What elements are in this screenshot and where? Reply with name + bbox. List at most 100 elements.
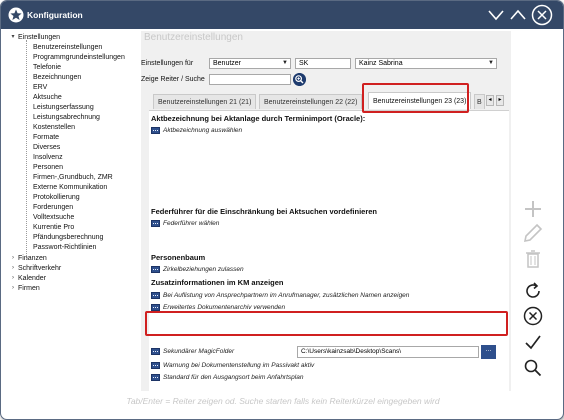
tab-benutzereinstellungen-22[interactable]: Benutzereinstellungen 22 (22) — [259, 94, 363, 109]
checkbox-icon[interactable] — [151, 361, 160, 369]
tree-item-leistungserfassung[interactable]: Leistungserfassung — [33, 103, 94, 112]
tree-item-diverses[interactable]: Diverses — [33, 143, 60, 152]
search-icon[interactable] — [293, 73, 306, 86]
option-dokumentenarchiv[interactable]: Erweitertes Dokumentenarchiv verwenden — [151, 303, 285, 313]
tree-item-volltextsuche[interactable]: Volltextsuche — [33, 213, 74, 222]
tab-overflow[interactable]: B — [474, 94, 485, 109]
refresh-icon[interactable] — [521, 279, 545, 303]
checkbox-icon[interactable] — [151, 303, 160, 311]
edit-icon[interactable] — [521, 221, 545, 245]
user-name-value: Kainz Sabrina — [359, 60, 403, 67]
collapse-icon[interactable]: ▾ — [9, 33, 17, 42]
option-label: Zirkelbeziehungen zulassen — [163, 266, 244, 273]
settings-for-value: Benutzer — [213, 60, 242, 67]
find-icon[interactable] — [521, 356, 545, 380]
section-title: Federführer für die Einschränkung bei Ak… — [151, 207, 378, 216]
tree-item-kostenstellen[interactable]: Kostenstellen — [33, 123, 75, 132]
tab-benutzereinstellungen-23[interactable]: Benutzereinstellungen 23 (23) — [368, 92, 472, 109]
section-title: Aktbezeichnung bei Aktanlage durch Termi… — [151, 114, 366, 123]
option-label: Bei Auflistung von Ansprechpartnern im A… — [163, 292, 410, 299]
option-label: Federführer wählen — [163, 220, 220, 227]
tree-item-firmen-grundbuch-zmr[interactable]: Firmen-,Grundbuch, ZMR — [33, 173, 113, 182]
tab-scroll-right-icon[interactable]: ▸ — [496, 95, 504, 106]
option-ausgangsort-anfahrtsplan[interactable]: Standard für den Ausgangsort beim Anfahr… — [151, 373, 303, 383]
tree-item-kalender[interactable]: Kalender — [18, 274, 46, 283]
option-label: Erweitertes Dokumentenarchiv verwenden — [163, 304, 286, 311]
option-label: Sekundärer MagicFolder — [163, 348, 235, 355]
tree-item-insolvenz[interactable]: Insolvenz — [33, 153, 63, 162]
chevron-down-icon: ▼ — [488, 60, 494, 66]
tree-item-finanzen[interactable]: Finanzen — [18, 254, 47, 263]
tab-strip: Benutzereinstellungen 21 (21) Benutzerei… — [149, 91, 509, 111]
maximize-icon[interactable] — [508, 5, 528, 25]
option-zirkelbeziehungen[interactable]: Zirkelbeziehungen zulassen — [151, 265, 244, 275]
checkbox-icon[interactable] — [151, 219, 160, 227]
user-select[interactable]: Kainz Sabrina ▼ — [355, 58, 497, 69]
settings-for-select[interactable]: Benutzer ▼ — [209, 58, 291, 69]
expand-icon[interactable]: › — [9, 254, 17, 263]
add-icon[interactable] — [521, 197, 545, 221]
tree-item-personen[interactable]: Personen — [33, 163, 63, 172]
option-sekundaerer-magicfolder[interactable]: Sekundärer MagicFolder — [151, 347, 234, 357]
expand-icon[interactable]: › — [9, 264, 17, 273]
tree-item-aktsuche[interactable]: Aktsuche — [33, 93, 62, 102]
option-aktbezeichnung-auswaehlen[interactable]: Aktbezeichnung auswählen — [151, 126, 242, 136]
option-federfuehrer-waehlen[interactable]: Federführer wählen — [151, 219, 219, 229]
tab-scroll-left-icon[interactable]: ◂ — [486, 95, 494, 106]
browse-button[interactable]: ... — [481, 345, 496, 359]
checkbox-icon[interactable] — [151, 126, 160, 134]
cancel-icon[interactable] — [521, 304, 545, 328]
expand-icon[interactable]: › — [9, 284, 17, 293]
tree-item-schriftverkehr[interactable]: Schriftverkehr — [18, 264, 61, 273]
tab-panel: Aktbezeichnung bei Aktanlage durch Termi… — [149, 110, 509, 391]
status-hint: Tab/Enter = Reiter zeigen od. Suche star… — [126, 396, 440, 406]
tree-item-telefonie[interactable]: Telefonie — [33, 63, 61, 72]
chevron-down-icon: ▼ — [282, 60, 288, 66]
tree-item-bezeichnungen[interactable]: Bezeichnungen — [33, 73, 81, 82]
tab-benutzereinstellungen-21[interactable]: Benutzereinstellungen 21 (21) — [153, 94, 257, 109]
option-label: Aktbezeichnung auswählen — [163, 127, 243, 134]
tree-item-einstellungen[interactable]: Einstellungen — [18, 33, 60, 42]
action-toolbar — [515, 191, 551, 411]
tree-item-firmen[interactable]: Firmen — [18, 284, 40, 293]
option-ansprechpartner-namen[interactable]: Bei Auflistung von Ansprechpartnern im A… — [151, 291, 409, 301]
tree-connector — [26, 40, 27, 260]
tree-item-erv[interactable]: ERV — [33, 83, 47, 92]
star-icon — [8, 7, 24, 23]
content-header: Benutzereinstellungen — [141, 31, 511, 45]
tree-item-protokollierung[interactable]: Protokollierung — [33, 193, 80, 202]
tree-item-externe-kommunikation[interactable]: Externe Kommunikation — [33, 183, 107, 192]
tree-item-programmgrundeinstellungen[interactable]: Programmgrundeinstellungen — [33, 53, 125, 62]
section-title: Zusatzinformationen im KM anzeigen — [151, 278, 284, 287]
option-label: Warnung bei Dokumentenstellung im Passiv… — [163, 362, 315, 369]
tab-search-label: Zeige Reiter / Suche — [141, 76, 205, 83]
delete-icon[interactable] — [521, 247, 545, 271]
tree-item-leistungsabrechnung[interactable]: Leistungsabrechnung — [33, 113, 100, 122]
tree-item-passwort-richtlinien[interactable]: Passwort-Richtlinien — [33, 243, 96, 252]
minimize-icon[interactable] — [486, 5, 506, 25]
settings-tree: ▾ Einstellungen Benutzereinstellungen Pr… — [4, 31, 140, 391]
window-title: Konfiguration — [27, 10, 83, 20]
option-warnung-passivakt[interactable]: Warnung bei Dokumentenstellung im Passiv… — [151, 361, 314, 371]
checkbox-icon[interactable] — [151, 373, 160, 381]
tree-item-benutzereinstellungen[interactable]: Benutzereinstellungen — [33, 43, 102, 52]
confirm-icon[interactable] — [521, 330, 545, 354]
configuration-window: Konfiguration ▾ Einstellungen Benutzerei… — [0, 0, 564, 420]
tree-item-kurrentie-pro[interactable]: Kurrentie Pro — [33, 223, 74, 232]
option-label: Standard für den Ausgangsort beim Anfahr… — [163, 374, 304, 381]
tree-item-forderungen[interactable]: Forderungen — [33, 203, 73, 212]
tree-item-formate[interactable]: Formate — [33, 133, 59, 142]
checkbox-icon[interactable] — [151, 291, 160, 299]
tree-item-pfaendungsberechnung[interactable]: Pfändungsberechnung — [33, 233, 103, 242]
checkbox-icon[interactable] — [151, 347, 160, 355]
expand-icon[interactable]: › — [9, 274, 17, 283]
user-code-field[interactable]: SK — [295, 58, 351, 69]
title-bar: Konfiguration — [1, 1, 563, 29]
section-title: Personenbaum — [151, 253, 206, 262]
magic-folder-path-value: C:\Users\kainzsab\Desktop\Scans\ — [301, 348, 402, 355]
user-code-value: SK — [299, 60, 309, 67]
checkbox-icon[interactable] — [151, 265, 160, 273]
tab-search-input[interactable] — [209, 74, 291, 85]
magic-folder-path-field[interactable]: C:\Users\kainzsab\Desktop\Scans\ — [297, 346, 479, 358]
close-icon[interactable] — [531, 4, 553, 26]
